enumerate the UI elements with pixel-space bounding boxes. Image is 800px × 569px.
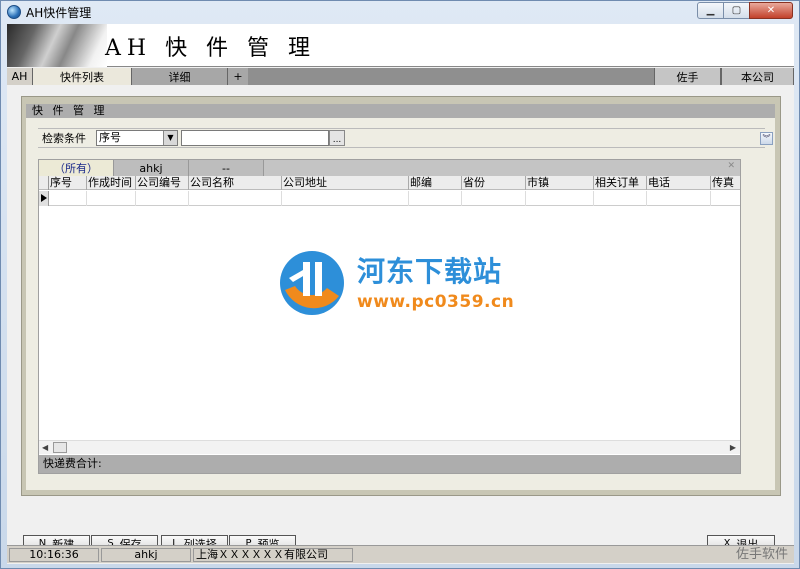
scroll-left-icon[interactable]: ◀ — [42, 443, 48, 452]
status-user: ahkj — [101, 547, 191, 562]
table-row[interactable] — [39, 191, 740, 206]
col-header-created[interactable]: 作成时间 — [87, 176, 136, 190]
horizontal-scrollbar[interactable]: ◀ ▶ — [39, 440, 740, 454]
search-label: 检索条件 — [42, 132, 86, 145]
grid-tabs: （所有） ahkj -- ✕ — [39, 160, 740, 176]
col-header-city[interactable]: 市镇 — [526, 176, 594, 190]
watermark-name: 河东下载站 — [357, 255, 503, 288]
status-bar: 10:16:36 ahkj 上海ＸＸＸＸＸＸ有限公司 佐手软件 — [7, 545, 794, 563]
scroll-thumb[interactable] — [53, 442, 67, 453]
tab-company[interactable]: 本公司 — [721, 68, 794, 85]
watermark: 河东下载站 www.pc0359.cn — [271, 246, 531, 321]
grid-cell[interactable] — [647, 191, 711, 206]
grid-cell[interactable] — [282, 191, 409, 206]
tab-express-list[interactable]: 快件列表 — [33, 68, 132, 85]
col-header-province[interactable]: 省份 — [462, 176, 526, 190]
grid-tab-close-icon[interactable]: ✕ — [727, 161, 735, 171]
search-input[interactable] — [181, 130, 329, 146]
watermark-url: www.pc0359.cn — [357, 292, 515, 312]
chevron-down-icon[interactable]: ▼ — [163, 131, 177, 145]
banner: AH 快 件 管 理 — [7, 24, 794, 67]
panel-title: 快 件 管 理 — [26, 104, 775, 118]
status-brand: 佐手软件 — [735, 547, 788, 562]
grid-tab-ahkj[interactable]: ahkj — [114, 160, 189, 176]
col-header-address[interactable]: 公司地址 — [282, 176, 409, 190]
tab-add[interactable]: + — [228, 68, 248, 85]
minimize-button[interactable]: ▁ — [697, 2, 724, 19]
col-header-fax[interactable]: 传真 — [711, 176, 740, 190]
tab-detail[interactable]: 详细 — [132, 68, 228, 85]
search-field-value: 序号 — [99, 131, 121, 144]
window-controls: ▁ ▢ ✕ — [697, 2, 793, 19]
expand-chevron-icon[interactable]: ︾ — [760, 132, 773, 145]
grid-cell[interactable] — [49, 191, 87, 206]
grid-cell[interactable] — [526, 191, 594, 206]
scroll-right-icon[interactable]: ▶ — [730, 443, 736, 452]
current-row-arrow-icon — [39, 191, 49, 206]
col-header-company-code[interactable]: 公司编号 — [136, 176, 189, 190]
row-indicator-header — [39, 176, 49, 190]
col-header-order[interactable]: 相关订单 — [594, 176, 647, 190]
app-window: AH快件管理 ▁ ▢ ✕ AH 快 件 管 理 AH 快件列表 详细 + 佐手 … — [0, 0, 800, 569]
watermark-logo-icon — [280, 251, 344, 315]
grid-cell[interactable] — [711, 191, 740, 206]
status-time: 10:16:36 — [9, 547, 99, 562]
search-row: 检索条件 序号 ▼ ... ︾ — [38, 128, 773, 148]
close-button[interactable]: ✕ — [749, 2, 793, 19]
tab-ah[interactable]: AH — [7, 68, 33, 85]
grid-header: 序号 作成时间 公司编号 公司名称 公司地址 邮编 省份 市镇 相关订单 电话 … — [39, 176, 740, 190]
grid-cell[interactable] — [189, 191, 282, 206]
col-header-id[interactable]: 序号 — [49, 176, 87, 190]
grid-cell[interactable] — [409, 191, 462, 206]
total-fee-label: 快递费合计: — [39, 455, 740, 473]
grid-cell[interactable] — [136, 191, 189, 206]
tab-assistant[interactable]: 佐手 — [654, 68, 721, 85]
grid-cell[interactable] — [462, 191, 526, 206]
grid-tab-dash[interactable]: -- — [189, 160, 264, 176]
status-company: 上海ＸＸＸＸＸＸ有限公司 — [193, 547, 353, 562]
search-field-select[interactable]: 序号 ▼ — [96, 130, 178, 146]
col-header-phone[interactable]: 电话 — [647, 176, 711, 190]
banner-image — [7, 24, 107, 67]
title-bar[interactable]: AH快件管理 ▁ ▢ ✕ — [1, 1, 799, 23]
window-title: AH快件管理 — [26, 5, 92, 20]
grid-cell[interactable] — [594, 191, 647, 206]
top-tabstrip: AH 快件列表 详细 + 佐手 本公司 — [7, 68, 794, 85]
col-header-company-name[interactable]: 公司名称 — [189, 176, 282, 190]
maximize-button[interactable]: ▢ — [723, 2, 750, 19]
browse-button[interactable]: ... — [329, 130, 345, 146]
banner-title: AH 快 件 管 理 — [105, 36, 317, 61]
grid-cell[interactable] — [87, 191, 136, 206]
grid-tab-all[interactable]: （所有） — [39, 160, 114, 176]
col-header-postcode[interactable]: 邮编 — [409, 176, 462, 190]
app-globe-icon — [7, 5, 21, 19]
